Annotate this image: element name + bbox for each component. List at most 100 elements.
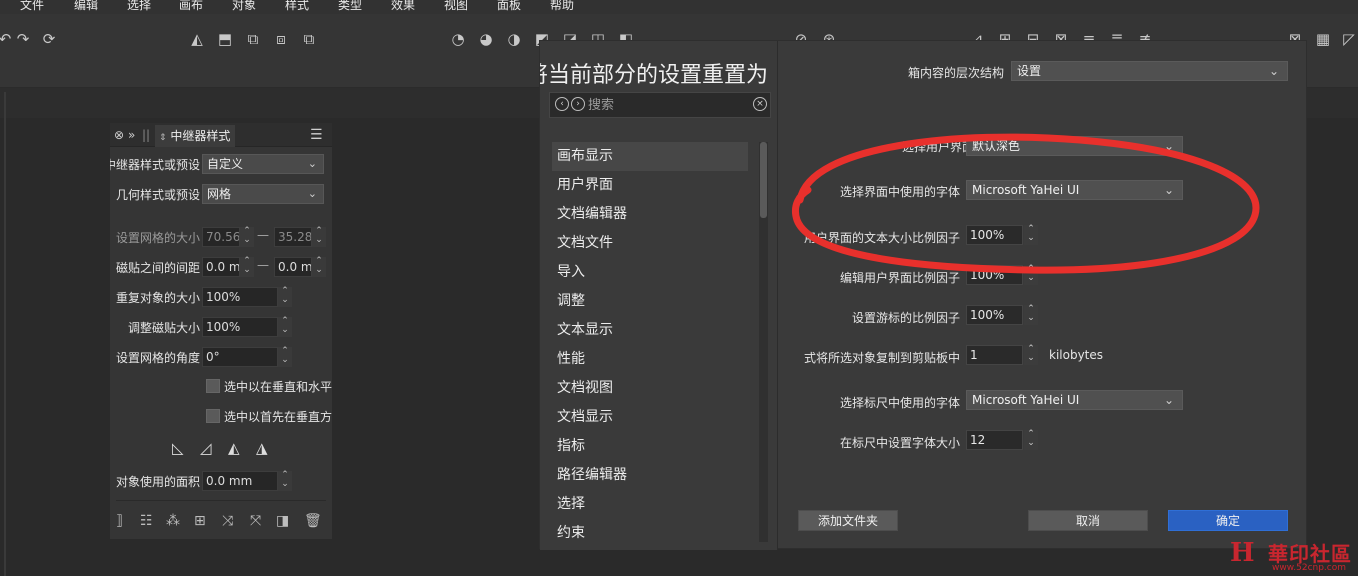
menu-type[interactable]: 类型 xyxy=(338,0,362,12)
nav-item-performance[interactable]: 性能 xyxy=(552,345,748,374)
clear-icon[interactable]: × xyxy=(753,97,767,111)
geometry-preset-select[interactable]: 网格 ⌄ xyxy=(202,184,324,204)
collapse-icon[interactable]: » xyxy=(128,126,135,144)
menu-canvas[interactable]: 画布 xyxy=(179,0,203,12)
tool-icon[interactable]: ◸ xyxy=(1340,30,1358,48)
trash-icon[interactable]: 🗑 xyxy=(304,513,322,529)
grid-size-height-stepper[interactable]: ⌃ ⌄ xyxy=(312,227,326,247)
ruler-size-field[interactable]: 12 xyxy=(966,430,1023,450)
transform-icon[interactable]: ⧈ xyxy=(272,30,290,48)
sliders-icon[interactable]: ☷ xyxy=(140,513,153,529)
shape-icon[interactable]: ◔ xyxy=(449,30,467,48)
menu-effects[interactable]: 效果 xyxy=(391,0,415,12)
ruler-font-select[interactable]: Microsoft YaHei UI ⌄ xyxy=(966,390,1183,410)
grid-icon[interactable]: ⊞ xyxy=(194,513,206,529)
grid-angle-field[interactable]: 0° xyxy=(202,347,278,367)
nav-item-adjust[interactable]: 调整 xyxy=(552,287,748,316)
menu-view[interactable]: 视图 xyxy=(444,0,468,12)
align-left-icon[interactable]: ◺ xyxy=(172,439,184,457)
ruler-size-stepper[interactable]: ⌃ ⌄ xyxy=(1024,430,1038,450)
copy-size-field[interactable]: 100% xyxy=(202,287,278,307)
hierarchy-select[interactable]: 设置 ⌄ xyxy=(1011,61,1288,81)
clipboard-stepper[interactable]: ⌃ ⌄ xyxy=(1024,345,1038,365)
menu-edit[interactable]: 编辑 xyxy=(74,0,98,12)
grid-size-height-field[interactable]: 35.28 xyxy=(274,227,312,247)
nav-item-document-display[interactable]: 文档显示 xyxy=(552,403,748,432)
flip-horizontal-icon[interactable]: ◭ xyxy=(188,30,206,48)
search-input[interactable] xyxy=(588,96,748,114)
nav-item-selection[interactable]: 选择 xyxy=(552,490,748,519)
nodes-icon[interactable]: ⁂ xyxy=(166,513,180,529)
search-box[interactable]: ‹ › × xyxy=(549,92,771,118)
menu-help[interactable]: 帮助 xyxy=(550,0,574,12)
shape-icon[interactable]: ◑ xyxy=(505,30,523,48)
grid-size-width-field[interactable]: 70.56 xyxy=(202,227,240,247)
menu-panels[interactable]: 面板 xyxy=(497,0,521,12)
menu-icon[interactable]: ☰ xyxy=(310,126,323,144)
align-right-icon[interactable]: ◿ xyxy=(200,439,212,457)
bracket-icon[interactable]: ⟧ xyxy=(116,513,123,529)
tile-gap-b-stepper[interactable]: ⌃ ⌄ xyxy=(312,257,326,277)
nav-item-user-interface[interactable]: 用户界面 xyxy=(552,171,748,200)
reset-section-title[interactable]: 将当前部分的设置重置为 xyxy=(540,49,778,89)
ui-scale-stepper[interactable]: ⌃ ⌄ xyxy=(1024,265,1038,285)
text-scale-stepper[interactable]: ⌃ ⌄ xyxy=(1024,225,1038,245)
add-folder-button[interactable]: 添加文件夹 xyxy=(798,510,898,531)
tile-gap-a-field[interactable]: 0.0 mm xyxy=(202,257,240,277)
theme-select[interactable]: 默认深色 ⌄ xyxy=(966,136,1183,156)
nav-item-document-editor[interactable]: 文档编辑器 xyxy=(552,200,748,229)
menu-file[interactable]: 文件 xyxy=(20,0,44,12)
nav-item-constraints[interactable]: 约束 xyxy=(552,519,748,548)
tab-relay-style[interactable]: ⇕ 中继器样式 xyxy=(155,125,235,147)
rotate-icon[interactable]: ⟳ xyxy=(40,30,58,48)
nav-item-import[interactable]: 导入 xyxy=(552,258,748,287)
clipboard-field[interactable]: 1 xyxy=(966,345,1023,365)
ok-button[interactable]: 确定 xyxy=(1168,510,1288,531)
style-preset-select[interactable]: 自定义 ⌄ xyxy=(202,154,324,174)
redo-icon[interactable]: ↷ xyxy=(14,30,32,48)
menu-select[interactable]: 选择 xyxy=(127,0,151,12)
nav-item-document-view[interactable]: 文档视图 xyxy=(552,374,748,403)
forward-icon[interactable]: › xyxy=(571,97,585,111)
skew-icon[interactable]: ◮ xyxy=(256,439,268,457)
text-scale-field[interactable]: 100% xyxy=(966,225,1023,245)
ui-scale-field[interactable]: 100% xyxy=(966,265,1023,285)
check-both-directions[interactable] xyxy=(206,379,220,393)
tile-gap-a-stepper[interactable]: ⌃ ⌄ xyxy=(240,257,254,277)
nav-scrollbar[interactable] xyxy=(759,142,768,542)
area-stepper[interactable]: ⌃ ⌄ xyxy=(278,471,292,491)
cursor-scale-field[interactable]: 100% xyxy=(966,305,1023,325)
grid-angle-stepper[interactable]: ⌃ ⌄ xyxy=(278,347,292,367)
menu-style[interactable]: 样式 xyxy=(285,0,309,12)
copy-size-stepper[interactable]: ⌃ ⌄ xyxy=(278,287,292,307)
transform-icon[interactable]: ⧉ xyxy=(244,30,262,48)
cursor-scale-stepper[interactable]: ⌃ ⌄ xyxy=(1024,305,1038,325)
transform-icon[interactable]: ⧉ xyxy=(300,30,318,48)
ui-font-select[interactable]: Microsoft YaHei UI ⌄ xyxy=(966,180,1183,200)
flip-vertical-icon[interactable]: ⬒ xyxy=(216,30,234,48)
cancel-button[interactable]: 取消 xyxy=(1028,510,1148,531)
mirror-icon[interactable]: ◭ xyxy=(228,439,240,457)
tile-gap-b-field[interactable]: 0.0 mm xyxy=(274,257,312,277)
nav-item-path-editor[interactable]: 路径编辑器 xyxy=(552,461,748,490)
grip-icon[interactable]: || xyxy=(142,126,150,144)
shuffle-icon[interactable]: ⤨ xyxy=(222,513,233,529)
tool-icon[interactable]: ▦ xyxy=(1314,30,1332,48)
scroll-thumb[interactable] xyxy=(760,142,767,218)
close-icon[interactable]: ⊗ xyxy=(114,126,124,144)
nav-item-metrics[interactable]: 指标 xyxy=(552,432,748,461)
nav-item-canvas-display[interactable]: 画布显示 xyxy=(552,142,748,171)
tile-scale-field[interactable]: 100% xyxy=(202,317,278,337)
expand-icon[interactable]: ⤧ xyxy=(250,513,261,529)
nav-item-text-display[interactable]: 文本显示 xyxy=(552,316,748,345)
layout-icon[interactable]: ◨ xyxy=(276,513,289,529)
tile-scale-stepper[interactable]: ⌃ ⌄ xyxy=(278,317,292,337)
area-field[interactable]: 0.0 mm xyxy=(202,471,278,491)
back-icon[interactable]: ‹ xyxy=(555,97,569,111)
undo-icon[interactable]: ↶ xyxy=(0,30,14,48)
grid-size-width-stepper[interactable]: ⌃ ⌄ xyxy=(240,227,254,247)
shape-icon[interactable]: ◕ xyxy=(477,30,495,48)
nav-item-document-files[interactable]: 文档文件 xyxy=(552,229,748,258)
check-vertical-first[interactable] xyxy=(206,409,220,423)
menu-object[interactable]: 对象 xyxy=(232,0,256,12)
